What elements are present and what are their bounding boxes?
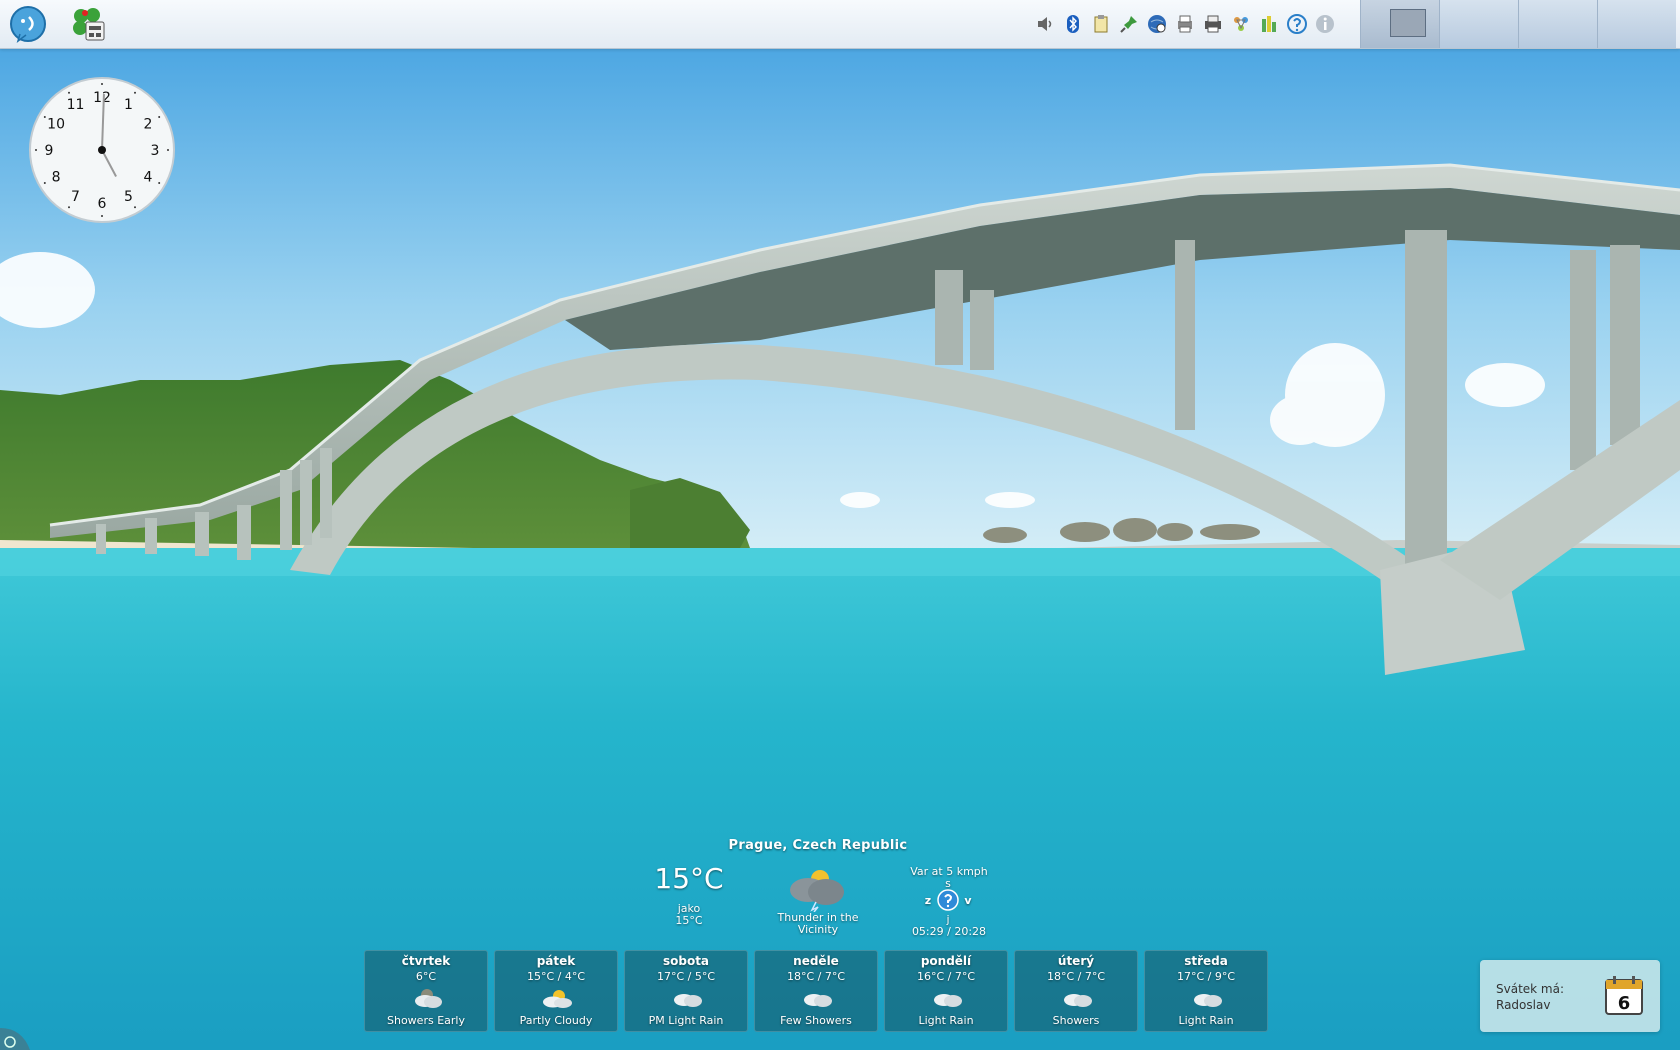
forecast-day-condition: Light Rain bbox=[1178, 1014, 1234, 1027]
pager-window-thumb bbox=[1390, 9, 1426, 37]
clover-app-icon[interactable] bbox=[68, 4, 108, 44]
cloud-icon bbox=[1194, 994, 1222, 1007]
forecast-day-name: pátek bbox=[536, 954, 576, 968]
clock-tick bbox=[134, 91, 136, 94]
top-panel bbox=[0, 0, 1680, 49]
clock-tick bbox=[68, 206, 70, 209]
calendar-icon: 6 bbox=[1605, 976, 1643, 1015]
forecast-row: čtvrtek 6°C Showers Early pátek 15°C / 4… bbox=[364, 950, 1268, 1032]
forecast-day-condition: Showers Early bbox=[387, 1014, 465, 1027]
forecast-day-name: středa bbox=[1184, 954, 1228, 968]
clock-tick bbox=[158, 116, 161, 118]
clock-tick bbox=[101, 215, 103, 217]
forecast-day-condition: Light Rain bbox=[918, 1014, 974, 1027]
forecast-day-condition: Few Showers bbox=[780, 1014, 852, 1027]
forecast-day-name: sobota bbox=[662, 954, 710, 968]
sunrise-sunset: 05:29 / 20:28 bbox=[911, 925, 987, 938]
nameday-name: Radoslav bbox=[1496, 998, 1551, 1012]
cloud-icon bbox=[934, 994, 962, 1007]
calendar-date: 6 bbox=[1618, 993, 1631, 1014]
forecast-day-temp: 18°C / 7°C bbox=[1046, 970, 1106, 983]
nameday-label: Svátek má: bbox=[1496, 982, 1565, 996]
forecast-day-temp: 15°C / 4°C bbox=[526, 970, 586, 983]
forecast-day: neděle 18°C / 7°C Few Showers bbox=[754, 950, 878, 1032]
forecast-day-temp: 17°C / 5°C bbox=[656, 970, 716, 983]
desktop-2-button[interactable] bbox=[1439, 0, 1518, 48]
clock-numeral: 7 bbox=[71, 189, 80, 205]
current-condition: Thunder in the Vicinity bbox=[777, 911, 859, 936]
kde-menu-icon[interactable] bbox=[8, 4, 48, 44]
forecast-day: úterý 18°C / 7°C Showers bbox=[1014, 950, 1138, 1032]
clock-tick bbox=[43, 182, 46, 184]
analog-clock-widget[interactable]: 12 12 3 45 6 78 9 1011 bbox=[28, 76, 176, 224]
forecast-day-name: pondělí bbox=[920, 954, 972, 968]
clock-numeral: 11 bbox=[67, 97, 85, 113]
wind-dir-east: v bbox=[964, 894, 972, 907]
battery-monitor-icon[interactable] bbox=[1258, 13, 1280, 35]
printer-queue-icon[interactable] bbox=[1174, 13, 1196, 35]
kde-connect-icon[interactable] bbox=[1230, 13, 1252, 35]
clock-numeral: 5 bbox=[124, 189, 133, 205]
clock-tick bbox=[167, 149, 169, 151]
forecast-day-temp: 17°C / 9°C bbox=[1176, 970, 1236, 983]
desktop-pager bbox=[1360, 0, 1676, 48]
cloud-icon bbox=[804, 994, 832, 1007]
pin-icon[interactable] bbox=[1118, 13, 1140, 35]
desktop-1-button[interactable] bbox=[1360, 0, 1439, 48]
volume-icon[interactable] bbox=[1034, 13, 1056, 35]
partly-cloudy-icon bbox=[543, 990, 572, 1008]
forecast-day-temp: 16°C / 7°C bbox=[916, 970, 976, 983]
wind-unknown-icon bbox=[937, 889, 959, 911]
thunder-cloud-icon bbox=[790, 870, 844, 912]
cloud-icon bbox=[674, 994, 702, 1007]
forecast-day-name: čtvrtek bbox=[401, 954, 451, 968]
clock-numeral: 3 bbox=[151, 143, 160, 159]
printer-icon[interactable] bbox=[1202, 13, 1224, 35]
clock-tick bbox=[101, 83, 103, 85]
clock-tick bbox=[35, 149, 37, 151]
forecast-day-temp: 6°C bbox=[415, 970, 437, 983]
info-icon[interactable] bbox=[1314, 13, 1336, 35]
clipboard-icon[interactable] bbox=[1090, 13, 1112, 35]
nameday-widget[interactable]: Svátek má: Radoslav 6 bbox=[1480, 960, 1660, 1032]
clock-numeral: 12 bbox=[93, 90, 111, 106]
forecast-day-temp: 18°C / 7°C bbox=[786, 970, 846, 983]
forecast-day: pátek 15°C / 4°C Partly Cloudy bbox=[494, 950, 618, 1032]
clock-numeral: 1 bbox=[124, 97, 133, 113]
wind-dir-west: z bbox=[924, 894, 932, 907]
cloud-icon bbox=[1064, 994, 1092, 1007]
clock-numeral: 4 bbox=[143, 170, 152, 186]
system-tray bbox=[1034, 10, 1336, 38]
forecast-day-condition: Partly Cloudy bbox=[519, 1014, 593, 1027]
clock-numeral: 6 bbox=[98, 196, 107, 212]
forecast-day-condition: PM Light Rain bbox=[648, 1014, 724, 1027]
desktop-3-button[interactable] bbox=[1518, 0, 1597, 48]
weather-location: Prague, Czech Republic bbox=[728, 838, 908, 853]
clock-tick bbox=[158, 182, 161, 184]
clock-tick bbox=[134, 206, 136, 209]
help-icon[interactable] bbox=[1286, 13, 1308, 35]
night-cloud-icon bbox=[415, 989, 442, 1008]
clock-numeral: 2 bbox=[143, 117, 152, 133]
clock-tick bbox=[43, 116, 46, 118]
desktop-toolbox-icon[interactable] bbox=[0, 1020, 30, 1050]
clock-tick bbox=[68, 91, 70, 94]
bluetooth-icon[interactable] bbox=[1062, 13, 1084, 35]
forecast-day: pondělí 16°C / 7°C Light Rain bbox=[884, 950, 1008, 1032]
network-globe-icon[interactable] bbox=[1146, 13, 1168, 35]
forecast-day-name: neděle bbox=[793, 954, 839, 968]
forecast-day-name: úterý bbox=[1057, 954, 1095, 968]
clock-numeral: 10 bbox=[47, 117, 65, 133]
current-temperature: 15°C bbox=[654, 862, 724, 895]
clock-numeral: 9 bbox=[45, 143, 54, 159]
feels-like-value: 15°C bbox=[675, 914, 703, 927]
forecast-day: čtvrtek 6°C Showers Early bbox=[364, 950, 488, 1032]
desktop-4-button[interactable] bbox=[1597, 0, 1676, 48]
forecast-day-condition: Showers bbox=[1052, 1014, 1100, 1027]
forecast-day: sobota 17°C / 5°C PM Light Rain bbox=[624, 950, 748, 1032]
forecast-day: středa 17°C / 9°C Light Rain bbox=[1144, 950, 1268, 1032]
clock-numeral: 8 bbox=[52, 170, 61, 186]
